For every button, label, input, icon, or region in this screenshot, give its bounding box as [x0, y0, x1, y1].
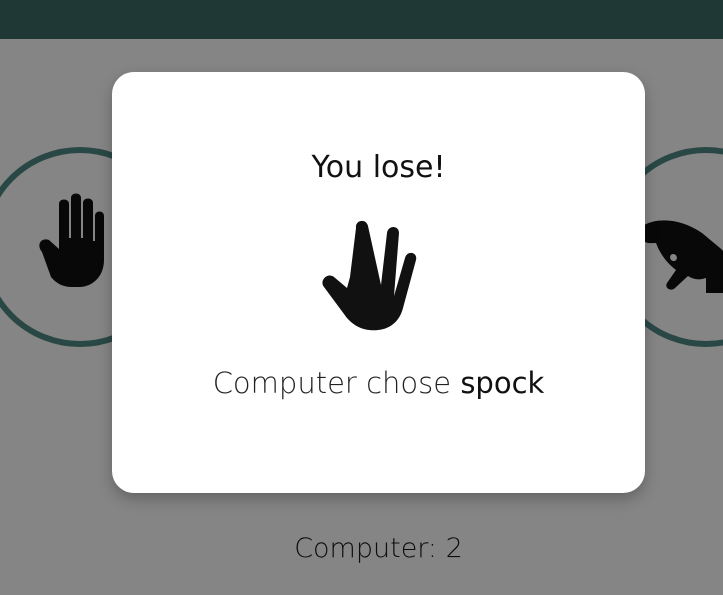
- game-page: Computer: 2 You lose! Computer chose spo…: [0, 0, 723, 595]
- computer-choice-label: spock: [460, 366, 545, 400]
- modal-result-text: Computer chose spock: [112, 366, 645, 400]
- result-prefix: Computer chose: [212, 366, 461, 400]
- modal-title: You lose!: [311, 150, 446, 185]
- hand-spock-icon: [322, 220, 417, 331]
- result-modal: You lose! Computer chose spock: [112, 72, 645, 493]
